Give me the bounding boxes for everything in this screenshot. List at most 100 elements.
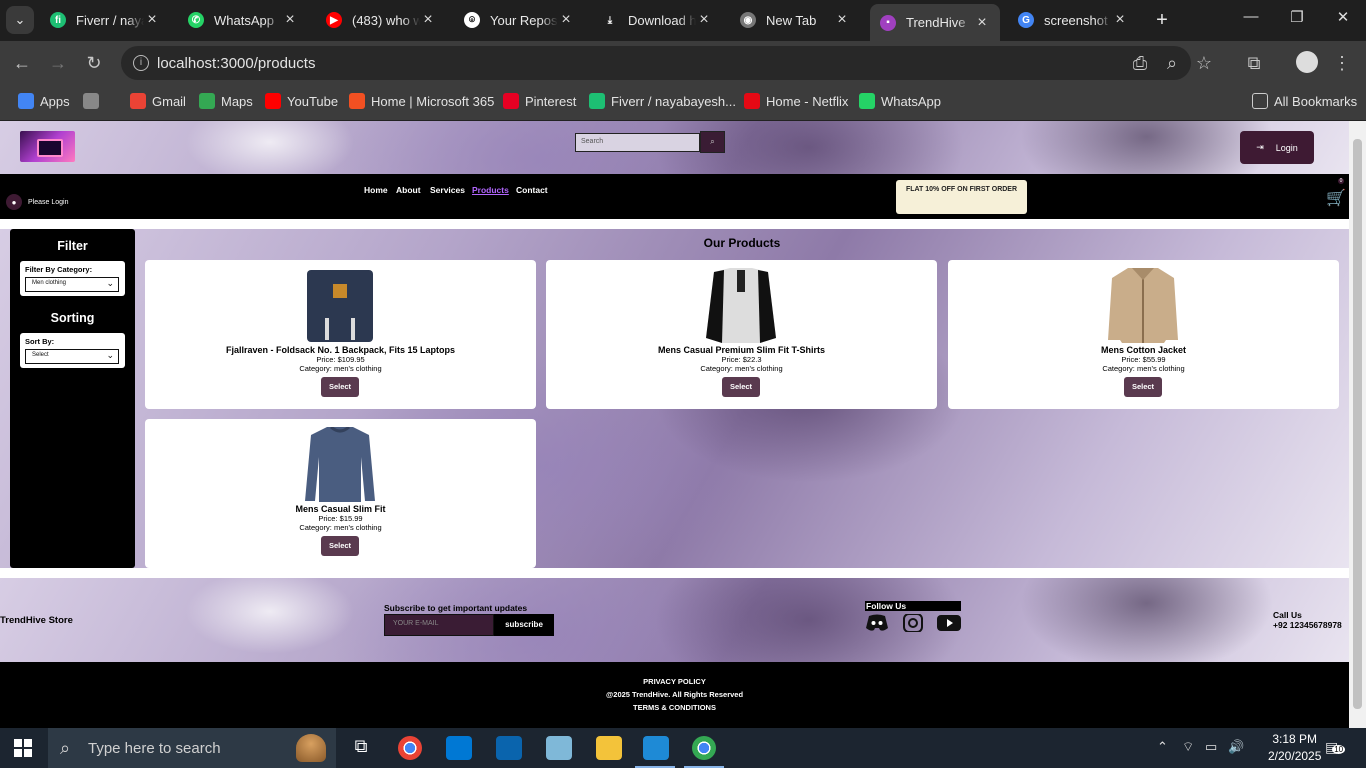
user-icon: ●	[6, 194, 22, 210]
select-button[interactable]: Select	[1124, 377, 1162, 397]
bookmark-gmail[interactable]: Gmail	[130, 93, 186, 109]
bookmark-pinterest[interactable]: Pinterest	[503, 93, 576, 109]
sort-select[interactable]: Select ⌄	[25, 349, 119, 364]
vscode-icon[interactable]	[643, 736, 669, 760]
reload-icon[interactable]: ↻	[82, 53, 106, 74]
windows-start-icon[interactable]	[14, 739, 32, 757]
file-explorer-icon[interactable]	[596, 736, 622, 760]
show-hidden-icons[interactable]: ⌃	[1157, 739, 1168, 755]
close-tab-icon[interactable]: ×	[834, 11, 850, 29]
taskbar-search[interactable]: ⌕ Type here to search	[48, 728, 336, 768]
youtube-icon[interactable]	[937, 614, 961, 632]
category-select[interactable]: Men clothing ⌄	[25, 277, 119, 292]
maps-icon	[199, 93, 215, 109]
chrome-icon[interactable]	[398, 736, 422, 760]
tshirt-image[interactable]	[704, 268, 778, 343]
terms-link[interactable]: TERMS & CONDITIONS	[0, 703, 1349, 712]
volume-icon[interactable]: 🔊	[1228, 739, 1244, 755]
bookmark-youtube[interactable]: YouTube	[265, 93, 338, 109]
new-tab-button[interactable]: +	[1148, 4, 1176, 36]
tab-github[interactable]: ⌾ Your Repositories×	[454, 4, 584, 36]
all-bookmarks[interactable]: All Bookmarks	[1252, 93, 1357, 109]
back-icon[interactable]: ←	[10, 53, 34, 74]
page-scrollbar[interactable]	[1349, 121, 1366, 728]
search-button[interactable]: ⌕	[700, 131, 725, 153]
system-clock[interactable]: 3:18 PM 2/20/2025	[1268, 731, 1321, 765]
instagram-icon[interactable]	[901, 613, 925, 633]
tab-download[interactable]: ⤓ Download history×	[592, 4, 722, 36]
nav-contact[interactable]: Contact	[516, 185, 548, 195]
login-button[interactable]: ⇥ Login	[1240, 131, 1314, 164]
tab-trendhive[interactable]: ▪ TrendHive ×	[870, 4, 1000, 41]
tab-chrome[interactable]: ◉ New Tab ×	[730, 4, 860, 36]
bookmark-maps[interactable]: Maps	[199, 93, 253, 109]
privacy-link[interactable]: PRIVACY POLICY	[0, 677, 1349, 686]
nav-products[interactable]: Products	[472, 185, 509, 195]
nav-services[interactable]: Services	[430, 185, 465, 195]
subscribe-button[interactable]: subscribe	[494, 614, 554, 636]
tab-youtube[interactable]: ▶ (483) who will win×	[316, 4, 446, 36]
user-status[interactable]: ● Please Login	[6, 194, 68, 210]
bookmark-apps[interactable]: Apps	[18, 93, 70, 109]
close-tab-icon[interactable]: ×	[696, 11, 712, 29]
select-button[interactable]: Select	[321, 377, 359, 397]
restore-icon[interactable]: ❐	[1282, 8, 1312, 26]
filter-sidebar: Filter Filter By Category: Men clothing …	[10, 229, 135, 568]
bookmark-star-icon[interactable]: ☆	[1192, 53, 1216, 74]
nav-about[interactable]: About	[396, 185, 421, 195]
extensions-icon[interactable]: ⧉	[1242, 53, 1266, 74]
store-icon[interactable]	[446, 736, 472, 760]
select-button[interactable]: Select	[321, 536, 359, 556]
app-icon[interactable]	[546, 736, 572, 760]
close-tab-icon[interactable]: ×	[1112, 11, 1128, 29]
close-tab-icon[interactable]: ×	[420, 11, 436, 29]
menu-icon[interactable]: ⋮	[1330, 53, 1354, 74]
address-bar[interactable]: i localhost:3000/products	[121, 46, 1191, 80]
tab-title: Your Repositories	[490, 12, 558, 28]
close-tab-icon[interactable]: ×	[282, 11, 298, 29]
forward-icon[interactable]: →	[46, 53, 70, 74]
cart-icon[interactable]: 🛒	[1326, 188, 1346, 208]
discord-icon[interactable]	[865, 614, 889, 632]
close-tab-icon[interactable]: ×	[558, 11, 574, 29]
bookmark-fiverr[interactable]: Fiverr / nayabayesh...	[589, 93, 736, 109]
tab-fiverr[interactable]: fi Fiverr / nayabayeshkhan×	[40, 4, 170, 36]
close-tab-icon[interactable]: ×	[144, 11, 160, 29]
bookmark-grid[interactable]	[83, 93, 105, 109]
bookmark-netflix[interactable]: Home - Netflix	[744, 93, 848, 109]
email-input[interactable]: YOUR E-MAIL	[384, 614, 494, 636]
sorting-title: Sorting	[50, 311, 95, 325]
backpack-image[interactable]	[303, 268, 377, 343]
fiverr-icon	[589, 93, 605, 109]
notifications-icon[interactable]: ▤10	[1325, 739, 1346, 756]
tab-whatsapp[interactable]: ✆ WhatsApp ×	[178, 4, 308, 36]
jacket-image[interactable]	[1106, 268, 1180, 343]
battery-icon[interactable]: ▭	[1205, 739, 1217, 755]
bookmark-microsoft[interactable]: Home | Microsoft 365	[349, 93, 494, 109]
longsleeve-image[interactable]	[303, 425, 377, 502]
tab-google[interactable]: Gscreenshot in×	[1008, 4, 1138, 36]
close-tab-icon[interactable]: ×	[974, 14, 990, 32]
install-app-icon[interactable]: ⎙	[1128, 53, 1152, 74]
nav-home[interactable]: Home	[364, 185, 388, 195]
sort-filter: Sort By: Select ⌄	[20, 333, 125, 368]
product-card: Mens Cotton Jacket Price: $55.99 Categor…	[948, 260, 1339, 409]
site-info-icon[interactable]: i	[133, 55, 149, 71]
select-button[interactable]: Select	[722, 377, 760, 397]
chrome-active-icon[interactable]	[692, 736, 716, 760]
browser-toolbar: ← → ↻ i localhost:3000/products ⎙ ⌕ ☆ ⧉ …	[0, 41, 1366, 85]
bookmark-whatsapp[interactable]: WhatsApp	[859, 93, 941, 109]
product-card: Mens Casual Premium Slim Fit T-Shirts Pr…	[546, 260, 937, 409]
task-view-icon[interactable]: ⧉	[348, 736, 374, 760]
zoom-icon[interactable]: ⌕	[1160, 53, 1184, 74]
tab-title: (483) who will win	[352, 12, 420, 28]
network-icon[interactable]: ⌔	[1182, 739, 1194, 755]
outlook-icon[interactable]	[496, 736, 522, 760]
close-window-icon[interactable]: ✕	[1328, 8, 1358, 26]
minimize-icon[interactable]: —	[1236, 8, 1266, 25]
products-section: Filter Filter By Category: Men clothing …	[0, 229, 1349, 568]
profile-avatar[interactable]	[1296, 51, 1318, 73]
search-input[interactable]: Search	[575, 133, 700, 152]
tab-list-button[interactable]: ⌄	[6, 6, 34, 34]
trendhive-logo[interactable]	[20, 131, 75, 162]
